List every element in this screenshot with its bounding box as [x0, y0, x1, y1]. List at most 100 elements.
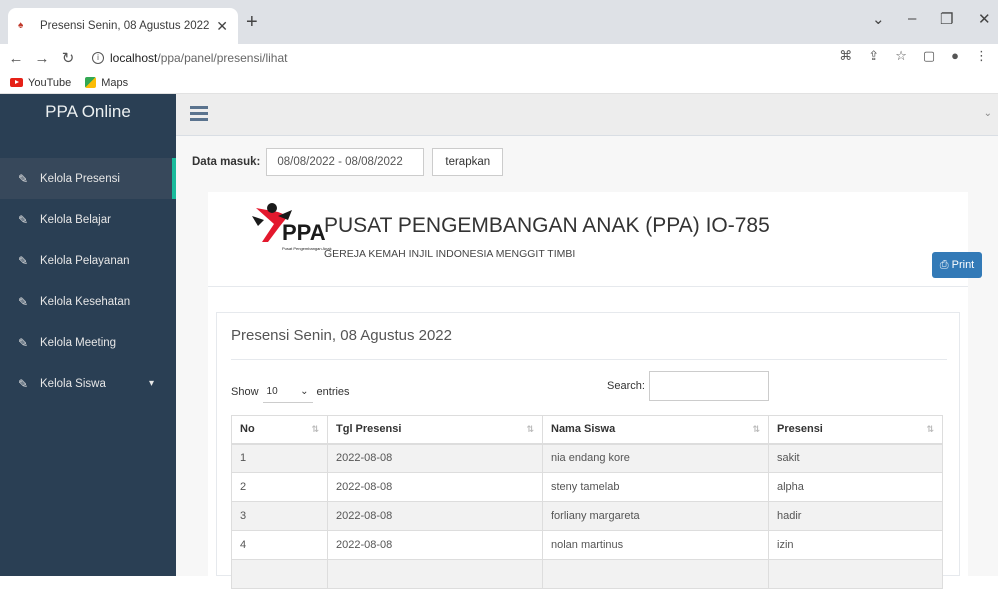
browser-tab[interactable]: ♠ Presensi Senin, 08 Agustus 2022 ✕ — [8, 8, 238, 44]
sidebar: PPA Online ✎ Kelola Presensi ✎ Kelola Be… — [0, 94, 176, 576]
user-dropdown-icon[interactable]: ⌄ — [984, 108, 992, 119]
search-input[interactable] — [648, 371, 769, 401]
edit-icon: ✎ — [18, 335, 29, 350]
divider — [231, 359, 947, 360]
window-close-icon[interactable]: ✕ — [978, 10, 991, 28]
sidebar-item-label: Kelola Meeting — [40, 336, 117, 349]
edit-icon: ✎ — [18, 294, 29, 309]
sidebar-item-kelola-kesehatan[interactable]: ✎ Kelola Kesehatan — [0, 281, 176, 322]
table-row: 4 2022-08-08 nolan martinus izin — [231, 530, 943, 560]
sort-icon: ⇅ — [752, 424, 760, 434]
apply-button[interactable]: terapkan — [432, 148, 504, 176]
cell-no: 2 — [231, 472, 328, 502]
sort-icon: ⇅ — [926, 424, 934, 434]
report-header: PPA Pusat Pengembangan Anak PUSAT PENGEM… — [208, 192, 982, 288]
browser-menu-icon[interactable]: ⋮ — [975, 48, 988, 64]
table-row: 2 2022-08-08 steny tamelab alpha — [231, 472, 943, 502]
cell-no: 3 — [231, 501, 328, 531]
table-row — [231, 559, 943, 589]
address-bar: ← → ↻ i localhost/ppa/panel/presensi/lih… — [0, 44, 998, 72]
column-header-nama-siswa[interactable]: Nama Siswa ⇅ — [542, 415, 769, 445]
cell-status: izin — [768, 530, 943, 560]
attendance-table: No ⇅ Tgl Presensi ⇅ Nama Siswa ⇅ Presensi ⇅ … — [231, 415, 943, 589]
bookmark-star-icon[interactable]: ☆ — [895, 48, 907, 64]
card-title: Presensi Senin, 08 Agustus 2022 — [231, 327, 452, 344]
entries-length: Show 10 ⌄ entries — [231, 381, 350, 403]
site-favicon-icon: ♠ — [18, 20, 24, 31]
cell-date: 2022-08-08 — [327, 530, 543, 560]
ppa-logo: PPA Pusat Pengembangan Anak — [252, 203, 332, 251]
edit-icon: ✎ — [18, 253, 29, 268]
url-path: /ppa/panel/presensi/lihat — [157, 51, 288, 65]
edit-icon: ✎ — [18, 171, 29, 186]
restore-icon[interactable]: ❐ — [940, 10, 953, 28]
tab-search-icon[interactable]: ⌄ — [872, 10, 885, 28]
cell-status: alpha — [768, 472, 943, 502]
youtube-icon — [10, 78, 23, 87]
chevron-down-icon: ▾ — [148, 378, 154, 389]
bookmark-maps[interactable]: Maps — [85, 77, 128, 89]
sort-icon: ⇅ — [526, 424, 534, 434]
column-header-presensi[interactable]: Presensi ⇅ — [768, 415, 943, 445]
search-label: Search: — [607, 380, 645, 392]
sidebar-item-label: Kelola Siswa — [40, 377, 106, 390]
minimize-icon[interactable]: – — [908, 10, 916, 27]
site-info-icon[interactable]: i — [92, 52, 104, 64]
sidebar-item-label: Kelola Pelayanan — [40, 254, 130, 267]
date-range-input[interactable]: 08/08/2022 - 08/08/2022 — [266, 148, 425, 176]
side-panel-icon[interactable]: ▢ — [923, 48, 935, 64]
column-header-no[interactable]: No ⇅ — [231, 415, 328, 445]
column-header-tgl-presensi[interactable]: Tgl Presensi ⇅ — [327, 415, 543, 445]
main-content: Data masuk: 08/08/2022 - 08/08/2022 tera… — [176, 136, 998, 589]
translate-icon[interactable]: ⌘ — [839, 48, 852, 64]
sidebar-item-kelola-belajar[interactable]: ✎ Kelola Belajar — [0, 199, 176, 240]
entries-select[interactable]: 10 ⌄ — [262, 381, 313, 403]
date-filter-label: Data masuk: — [192, 156, 261, 168]
entries-label: entries — [316, 386, 350, 398]
url-field[interactable]: i localhost/ppa/panel/presensi/lihat — [92, 51, 287, 65]
sidebar-item-label: Kelola Belajar — [40, 213, 111, 226]
brand-title[interactable]: PPA Online — [0, 94, 176, 136]
date-filter: Data masuk: 08/08/2022 - 08/08/2022 tera… — [192, 148, 504, 176]
url-host: localhost — [110, 51, 158, 65]
share-icon[interactable]: ⇪ — [868, 48, 879, 64]
divider — [208, 286, 968, 287]
maps-icon — [85, 77, 97, 88]
top-navbar: ⌄ — [176, 94, 998, 136]
sidebar-item-label: Kelola Presensi — [40, 172, 120, 185]
sidebar-item-label: Kelola Kesehatan — [40, 295, 131, 308]
printer-icon: ⎙ — [939, 259, 949, 271]
reload-icon[interactable]: ↻ — [58, 49, 78, 67]
cell-status: sakit — [768, 443, 943, 473]
bookmark-youtube[interactable]: YouTube — [10, 77, 71, 89]
sidebar-menu: ✎ Kelola Presensi ✎ Kelola Belajar ✎ Kel… — [0, 158, 176, 404]
bookmarks-bar: YouTube Maps — [0, 72, 998, 94]
menu-toggle-icon[interactable] — [190, 106, 208, 121]
table-header-row: No ⇅ Tgl Presensi ⇅ Nama Siswa ⇅ Presensi ⇅ — [231, 415, 943, 445]
cell-no: 4 — [231, 530, 328, 560]
profile-avatar-icon[interactable]: ● — [951, 48, 959, 64]
cell-name: nolan martinus — [542, 530, 769, 560]
cell-name: nia endang kore — [542, 443, 769, 473]
cell-name: steny tamelab — [542, 472, 769, 502]
bookmark-label: YouTube — [28, 76, 72, 89]
print-button[interactable]: ⎙ Print — [932, 252, 982, 278]
sidebar-item-kelola-pelayanan[interactable]: ✎ Kelola Pelayanan — [0, 240, 176, 281]
close-tab-icon[interactable]: ✕ — [216, 18, 228, 35]
cell-name: forliany margareta — [542, 501, 769, 531]
report-panel: PPA Pusat Pengembangan Anak PUSAT PENGEM… — [208, 192, 982, 589]
sidebar-item-kelola-presensi[interactable]: ✎ Kelola Presensi — [0, 158, 176, 199]
sidebar-item-kelola-siswa[interactable]: ✎ Kelola Siswa ▾ — [0, 363, 176, 404]
logo-text: PPA — [282, 220, 326, 245]
back-icon[interactable]: ← — [6, 50, 26, 67]
cell-date: 2022-08-08 — [327, 472, 543, 502]
cell-status: hadir — [768, 501, 943, 531]
new-tab-icon[interactable]: + — [246, 12, 258, 32]
bookmark-label: Maps — [101, 76, 129, 89]
table-search: Search: — [607, 371, 769, 401]
sidebar-item-kelola-meeting[interactable]: ✎ Kelola Meeting — [0, 322, 176, 363]
tab-title: Presensi Senin, 08 Agustus 2022 — [40, 20, 210, 32]
edit-icon: ✎ — [18, 376, 29, 391]
forward-icon[interactable]: → — [32, 50, 52, 67]
entries-value: 10 — [266, 386, 278, 397]
